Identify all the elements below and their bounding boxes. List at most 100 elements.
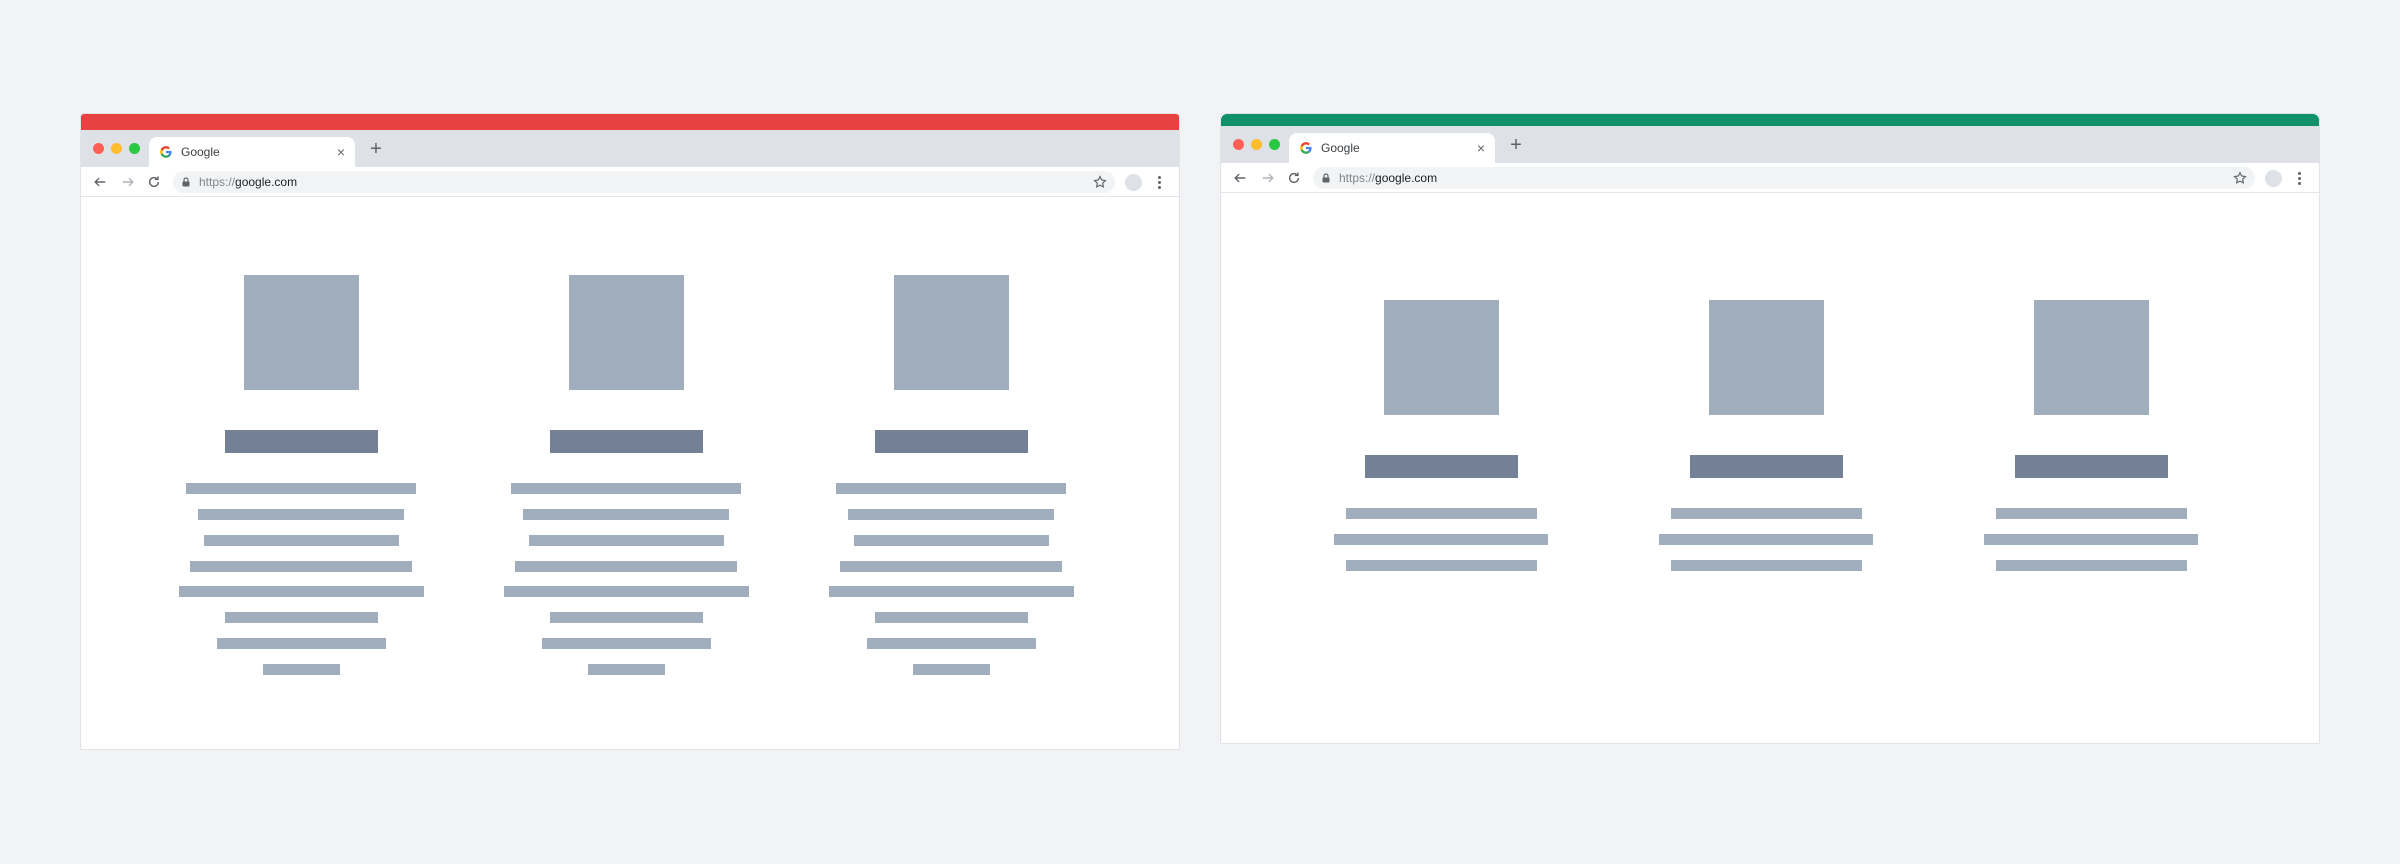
forward-button[interactable] (119, 173, 137, 191)
page-viewport (81, 197, 1179, 749)
text-line-placeholder (836, 483, 1066, 494)
reload-button[interactable] (145, 173, 163, 191)
text-line-placeholder (1671, 560, 1862, 571)
text-line-placeholder (1346, 560, 1537, 571)
text-line-placeholder (529, 535, 724, 546)
browser-window-left: Google × + https://google.com (80, 113, 1180, 750)
text-line-placeholder (854, 535, 1049, 546)
url-scheme: https:// (1339, 171, 1376, 185)
tab-strip: Google × + (1221, 126, 2319, 163)
address-bar[interactable]: https://google.com (173, 171, 1115, 193)
text-line-placeholder (190, 561, 412, 572)
arrow-left-icon (1234, 173, 1246, 183)
heading-placeholder (550, 430, 703, 453)
text-line-placeholder (848, 509, 1054, 520)
star-icon[interactable] (2233, 171, 2247, 185)
heading-placeholder (225, 430, 378, 453)
text-line-placeholder (179, 586, 424, 597)
close-tab-icon[interactable]: × (337, 145, 345, 159)
browser-toolbar: https://google.com (81, 167, 1179, 197)
maximize-window-button[interactable] (1269, 139, 1280, 150)
google-g-icon (160, 146, 172, 158)
address-bar[interactable]: https://google.com (1313, 167, 2255, 189)
tab-google[interactable]: Google × (1289, 133, 1495, 163)
text-line-placeholder (217, 638, 386, 649)
text-line-placeholder (1334, 534, 1548, 545)
url-host: google.com (1375, 171, 1438, 185)
image-placeholder (569, 275, 684, 390)
reload-icon (1288, 172, 1300, 184)
image-placeholder (894, 275, 1009, 390)
reload-button[interactable] (1285, 169, 1303, 187)
tab-google[interactable]: Google × (149, 137, 355, 167)
text-line-placeholder (840, 561, 1062, 572)
text-line-placeholder (186, 483, 416, 494)
forward-button[interactable] (1259, 169, 1277, 187)
back-button[interactable] (91, 173, 109, 191)
url-scheme: https:// (199, 175, 236, 189)
text-line-placeholder (550, 612, 703, 623)
arrow-right-icon (122, 177, 134, 187)
tab-title: Google (181, 145, 220, 159)
text-line-placeholder (829, 586, 1074, 597)
more-menu-button[interactable] (1153, 173, 1165, 191)
image-placeholder (1384, 300, 1499, 415)
text-line-placeholder (1671, 508, 1862, 519)
text-line-placeholder (1996, 508, 2187, 519)
lock-icon (1322, 173, 1330, 183)
close-window-button[interactable] (93, 143, 104, 154)
browser-toolbar: https://google.com (1221, 163, 2319, 193)
text-line-placeholder (875, 612, 1028, 623)
image-placeholder (1709, 300, 1824, 415)
text-line-placeholder (523, 509, 729, 520)
heading-placeholder (1690, 455, 1843, 478)
accent-bar-green (1221, 114, 2319, 126)
text-line-placeholder (263, 664, 340, 675)
new-tab-button[interactable]: + (365, 138, 387, 160)
star-icon[interactable] (1093, 175, 1107, 189)
maximize-window-button[interactable] (129, 143, 140, 154)
arrow-left-icon (94, 177, 106, 187)
text-line-placeholder (913, 664, 990, 675)
text-line-placeholder (515, 561, 737, 572)
text-line-placeholder (198, 509, 404, 520)
window-controls (93, 143, 140, 154)
reload-icon (148, 176, 160, 188)
text-line-placeholder (867, 638, 1036, 649)
profile-avatar[interactable] (2265, 170, 2282, 187)
close-tab-icon[interactable]: × (1477, 141, 1485, 155)
tab-strip: Google × + (81, 130, 1179, 167)
text-line-placeholder (1996, 560, 2187, 571)
profile-avatar[interactable] (1125, 174, 1142, 191)
text-line-placeholder (1659, 534, 1873, 545)
text-line-placeholder (1984, 534, 2198, 545)
url-host: google.com (235, 175, 298, 189)
browser-window-right: Google × + https://google.com (1220, 113, 2320, 744)
arrow-right-icon (1262, 173, 1274, 183)
window-controls (1233, 139, 1280, 150)
heading-placeholder (2015, 455, 2168, 478)
minimize-window-button[interactable] (111, 143, 122, 154)
lock-icon (182, 177, 190, 187)
more-menu-button[interactable] (2293, 169, 2305, 187)
new-tab-button[interactable]: + (1505, 134, 1527, 156)
text-line-placeholder (1346, 508, 1537, 519)
minimize-window-button[interactable] (1251, 139, 1262, 150)
text-line-placeholder (204, 535, 399, 546)
text-line-placeholder (504, 586, 749, 597)
back-button[interactable] (1231, 169, 1249, 187)
stage: Google × + https://google.com Google × +… (0, 0, 2400, 864)
accent-bar-red (81, 114, 1179, 130)
text-line-placeholder (542, 638, 711, 649)
text-line-placeholder (588, 664, 665, 675)
text-line-placeholder (225, 612, 378, 623)
google-g-icon (1300, 142, 1312, 154)
heading-placeholder (875, 430, 1028, 453)
text-line-placeholder (511, 483, 741, 494)
image-placeholder (244, 275, 359, 390)
tab-title: Google (1321, 141, 1360, 155)
close-window-button[interactable] (1233, 139, 1244, 150)
heading-placeholder (1365, 455, 1518, 478)
image-placeholder (2034, 300, 2149, 415)
page-viewport (1221, 193, 2319, 743)
